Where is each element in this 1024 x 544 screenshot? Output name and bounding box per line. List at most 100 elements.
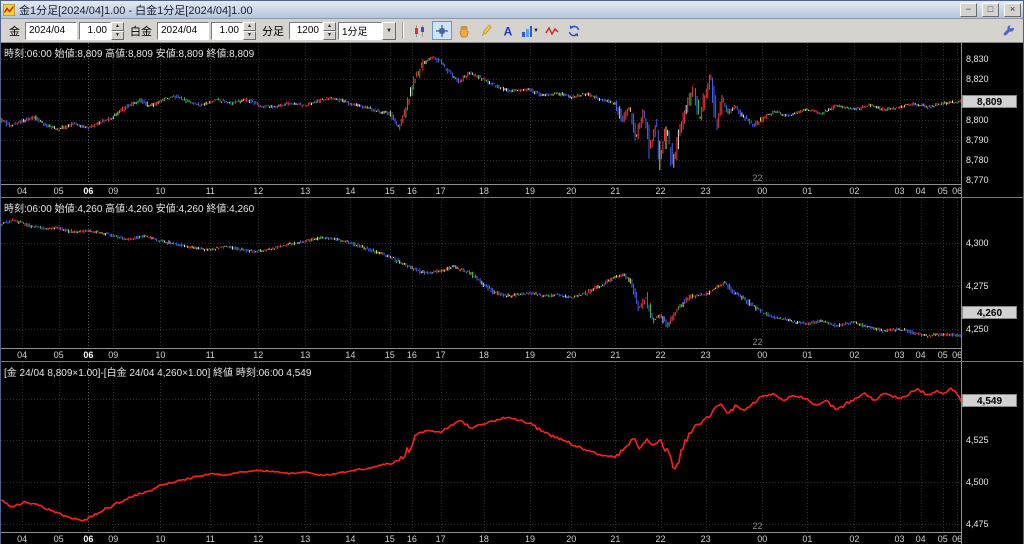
platinum-multiplier-up[interactable]: ▲ [243, 21, 256, 31]
x-axis-label: 11 [205, 534, 215, 544]
oscillator-chart-button[interactable] [542, 21, 562, 40]
x-axis-label: 06 [83, 534, 94, 544]
spread-chart-panel: [金 24/04 8,809×1.00]-[白金 24/04 4,260×1.0… [1, 362, 1023, 544]
spread-info-line: [金 24/04 8,809×1.00]-[白金 24/04 4,260×1.0… [4, 368, 312, 379]
x-axis-label: 23 [700, 534, 711, 544]
pan-hand-icon [459, 25, 469, 37]
pan-hand-button[interactable] [454, 21, 474, 40]
x-axis-label: 22 [655, 186, 666, 196]
x-axis-label: 20 [566, 350, 577, 360]
x-axis-label: 17 [435, 534, 446, 544]
refresh-icon [568, 24, 580, 37]
bar-type-label: 分足 [262, 25, 284, 38]
x-axis-label: 20 [566, 186, 577, 196]
gold-multiplier-down[interactable]: ▼ [111, 30, 124, 40]
x-axis-label: 18 [478, 350, 489, 360]
settings-wrench-button[interactable] [999, 21, 1019, 40]
crosshair-button[interactable] [432, 21, 452, 40]
x-axis-label: 22 [655, 534, 666, 544]
x-axis-label: 11 [205, 350, 215, 360]
x-axis-label: 00 [757, 350, 768, 360]
platinum-plot-area[interactable]: 時刻:06:00 始値:4,260 高値:4,260 安値:4,260 終値:4… [1, 198, 961, 348]
gold-month-field[interactable]: 2024/04 [25, 21, 77, 40]
x-axis-label: 09 [108, 186, 119, 196]
toolbar: 金 2024/04 1.00 ▲ ▼ 白金 2024/04 1.00 ▲ ▼ 分… [1, 19, 1023, 43]
x-axis-label: 04 [915, 186, 926, 196]
gold-info-line: 時刻:06:00 始値:8,809 高値:8,809 安値:8,809 終値:8… [4, 49, 255, 60]
gold-multiplier-field[interactable]: 1.00 [79, 21, 111, 40]
x-axis-label: 16 [406, 186, 417, 196]
x-axis-label: 04 [17, 186, 28, 196]
last-price-badge: 4,549 [962, 394, 1017, 408]
y-axis-label: 4,500 [966, 477, 989, 487]
close-button[interactable]: × [1004, 2, 1021, 17]
y-axis-label: 8,800 [966, 114, 989, 125]
gold-plot-area[interactable]: 時刻:06:00 始値:8,809 高値:8,809 安値:8,809 終値:8… [1, 43, 961, 184]
platinum-x-axis: 04 05 06 09 10 11 12 13 14 15 16 17 18 19 20 21 22 23 00 01… [1, 348, 961, 361]
candlestick-chart-button[interactable] [410, 21, 430, 40]
gold-multiplier-up[interactable]: ▲ [111, 21, 124, 31]
platinum-multiplier-down[interactable]: ▼ [243, 30, 256, 40]
date-marker: 22 [752, 173, 763, 183]
y-axis-label: 4,250 [966, 324, 989, 335]
x-axis-label: 01 [802, 186, 813, 196]
x-axis-label: 14 [345, 350, 356, 360]
x-axis-label: 06 [952, 534, 961, 544]
maximize-button[interactable]: □ [982, 2, 999, 17]
window-title: 金1分足[2024/04]1.00 - 白金1分足[2024/04]1.00 [19, 4, 253, 17]
date-marker: 22 [752, 337, 763, 347]
x-axis-label: 00 [757, 186, 768, 196]
chart-window: 金1分足[2024/04]1.00 - 白金1分足[2024/04]1.00 −… [0, 0, 1024, 544]
x-axis-label: 17 [435, 350, 446, 360]
y-axis-label: 4,300 [966, 237, 989, 248]
pencil-icon [482, 24, 492, 36]
refresh-button[interactable] [564, 21, 584, 40]
x-axis-label: 18 [478, 186, 489, 196]
bar-count-down[interactable]: ▼ [323, 30, 336, 40]
period-dropdown-button[interactable]: ▼ [382, 21, 396, 40]
svg-text:A: A [504, 24, 513, 38]
x-axis-label: 02 [849, 350, 860, 360]
x-axis-label: 02 [849, 186, 860, 196]
candlestick-chart-icon [415, 24, 424, 37]
x-axis-label: 01 [802, 350, 813, 360]
text-annotation-button[interactable]: A [498, 21, 518, 40]
period-value: 1分足 [338, 21, 382, 40]
spread-y-axis: 4,5504,5254,5004,4754,549 [961, 362, 1023, 544]
text-a-icon: A [504, 24, 513, 38]
chart-area: 時刻:06:00 始値:8,809 高値:8,809 安値:8,809 終値:8… [1, 43, 1023, 544]
gold-chart-panel: 時刻:06:00 始値:8,809 高値:8,809 安値:8,809 終値:8… [1, 43, 1023, 198]
bar-count-up[interactable]: ▲ [323, 21, 336, 31]
bar-count-field[interactable]: 1200 [289, 21, 323, 40]
date-marker: 22 [752, 521, 763, 531]
platinum-multiplier-field[interactable]: 1.00 [211, 21, 243, 40]
last-price-badge: 8,809 [962, 95, 1017, 109]
x-axis-label: 05 [53, 350, 64, 360]
wrench-icon [1003, 24, 1014, 35]
x-axis-label: 02 [849, 534, 860, 544]
x-axis-label: 16 [406, 534, 417, 544]
minimize-button[interactable]: − [960, 2, 977, 17]
x-axis-label: 03 [894, 350, 905, 360]
indicator-menu-button[interactable]: ▼ [520, 21, 540, 40]
spread-plot-area[interactable]: [金 24/04 8,809×1.00]-[白金 24/04 4,260×1.0… [1, 362, 961, 532]
platinum-month-field[interactable]: 2024/04 [157, 21, 209, 40]
platinum-info-line: 時刻:06:00 始値:4,260 高値:4,260 安値:4,260 終値:4… [4, 204, 255, 215]
bar-count-spinner: 1200 ▲ ▼ [289, 21, 336, 40]
y-axis-label: 4,525 [966, 435, 989, 446]
x-axis-label: 04 [915, 350, 926, 360]
x-axis-label: 06 [952, 186, 961, 196]
period-combobox[interactable]: 1分足 ▼ [338, 21, 396, 40]
x-axis-label: 23 [700, 186, 711, 196]
x-axis-label: 01 [802, 534, 813, 544]
x-axis-label: 13 [300, 186, 311, 196]
x-axis-label: 20 [566, 534, 577, 544]
x-axis-label: 05 [937, 186, 948, 196]
x-axis-label: 17 [435, 186, 446, 196]
x-axis-label: 05 [937, 534, 948, 544]
x-axis-label: 21 [610, 350, 621, 360]
dropdown-arrow-icon: ▼ [533, 27, 539, 34]
x-axis-label: 19 [524, 186, 535, 196]
x-axis-label: 06 [83, 186, 94, 196]
draw-pencil-button[interactable] [476, 21, 496, 40]
